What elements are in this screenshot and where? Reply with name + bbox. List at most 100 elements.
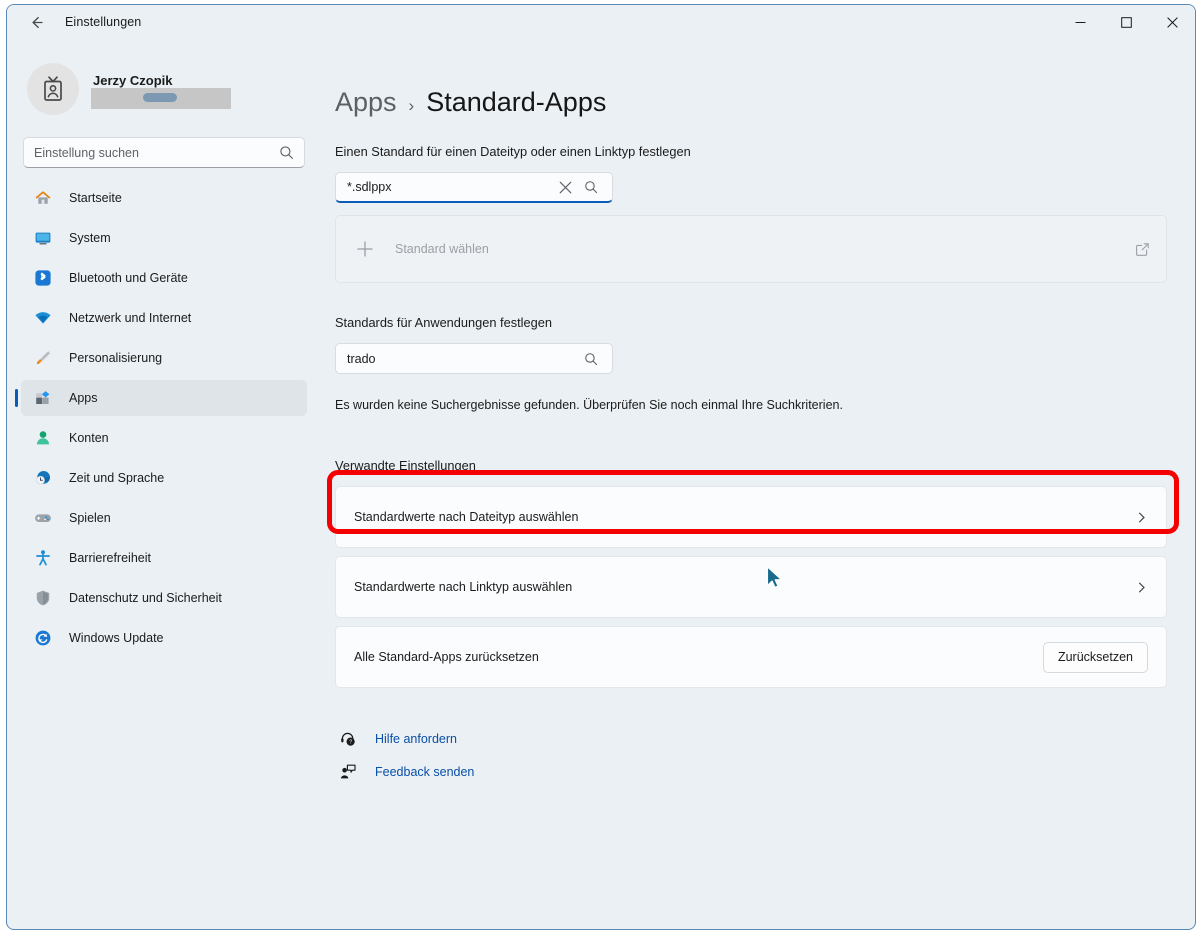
page-title: Standard-Apps xyxy=(426,87,607,117)
maximize-button[interactable] xyxy=(1103,5,1149,39)
clear-search-button[interactable] xyxy=(552,174,578,200)
sidebar-item-label: Bluetooth und Geräte xyxy=(69,271,188,285)
window-body: Jerzy Czopik Einstellung suchen Startsei… xyxy=(7,39,1195,929)
sidebar-item-zeit-sprache[interactable]: Zeit und Sprache xyxy=(21,460,307,496)
sidebar-item-label: Netzwerk und Internet xyxy=(69,311,192,325)
svg-text:?: ? xyxy=(349,740,352,746)
title-bar: Einstellungen xyxy=(7,5,1195,39)
user-profile[interactable]: Jerzy Czopik xyxy=(21,57,307,121)
sidebar-item-apps[interactable]: Apps xyxy=(15,380,307,416)
avatar xyxy=(27,63,79,115)
row-label: Alle Standard-Apps zurücksetzen xyxy=(354,650,539,664)
choose-default-placeholder: Standard wählen xyxy=(395,242,489,256)
sidebar: Jerzy Czopik Einstellung suchen Startsei… xyxy=(7,39,321,929)
sidebar-item-label: Barrierefreiheit xyxy=(69,551,151,565)
apps-icon xyxy=(33,388,53,408)
home-icon xyxy=(33,188,53,208)
related-section-label: Verwandte Einstellungen xyxy=(335,458,476,473)
settings-window: Einstellungen Jerzy Czopik Einstellung s… xyxy=(6,4,1196,930)
back-button[interactable] xyxy=(19,7,53,37)
sidebar-item-datenschutz[interactable]: Datenschutz und Sicherheit xyxy=(21,580,307,616)
main-content: Apps › Standard-Apps Einen Standard für … xyxy=(321,39,1195,929)
sidebar-item-windows-update[interactable]: Windows Update xyxy=(21,620,307,656)
sidebar-nav: Startseite System Bluetooth und Geräte N… xyxy=(15,180,307,660)
app-search-box[interactable]: trado xyxy=(335,343,613,374)
search-icon xyxy=(585,181,598,194)
arrow-left-icon xyxy=(31,16,43,28)
link-label[interactable]: Hilfe anfordern xyxy=(375,732,457,746)
accessibility-icon xyxy=(33,548,53,568)
plus-icon xyxy=(352,236,378,262)
row-label: Standardwerte nach Dateityp auswählen xyxy=(354,510,579,524)
monitor-icon xyxy=(33,228,53,248)
maximize-icon xyxy=(1120,16,1132,28)
sidebar-item-konten[interactable]: Konten xyxy=(21,420,307,456)
sidebar-item-startseite[interactable]: Startseite xyxy=(21,180,307,216)
update-icon xyxy=(33,628,53,648)
close-icon xyxy=(559,181,571,193)
window-controls xyxy=(1057,5,1195,39)
filetype-section-label: Einen Standard für einen Dateityp oder e… xyxy=(335,144,691,159)
minimize-button[interactable] xyxy=(1057,5,1103,39)
reset-button[interactable]: Zurücksetzen xyxy=(1042,641,1148,673)
settings-search-box[interactable]: Einstellung suchen xyxy=(23,137,305,168)
breadcrumb-separator: › xyxy=(408,96,415,115)
sidebar-item-system[interactable]: System xyxy=(21,220,307,256)
profile-text: Jerzy Czopik xyxy=(91,72,231,109)
filetype-search-input[interactable]: *.sdlppx xyxy=(347,180,552,194)
close-icon xyxy=(1166,16,1178,28)
external-link-icon[interactable] xyxy=(1135,242,1150,257)
close-button[interactable] xyxy=(1149,5,1195,39)
sidebar-item-netzwerk[interactable]: Netzwerk und Internet xyxy=(21,300,307,336)
help-icon: ? xyxy=(337,728,359,750)
bluetooth-icon xyxy=(33,268,53,288)
profile-name: Jerzy Czopik xyxy=(93,73,173,88)
app-search-input[interactable]: trado xyxy=(347,352,578,366)
sidebar-item-personalisierung[interactable]: Personalisierung xyxy=(21,340,307,376)
shield-icon xyxy=(33,588,53,608)
wifi-icon xyxy=(33,308,53,328)
row-defaults-by-filetype[interactable]: Standardwerte nach Dateityp auswählen xyxy=(335,486,1167,548)
sidebar-item-bluetooth[interactable]: Bluetooth und Geräte xyxy=(21,260,307,296)
link-send-feedback[interactable]: Feedback senden xyxy=(335,757,1167,787)
breadcrumb-parent[interactable]: Apps xyxy=(335,87,397,118)
link-get-help[interactable]: ? Hilfe anfordern xyxy=(335,724,1167,754)
sidebar-item-label: Apps xyxy=(69,391,98,405)
app-section-label: Standards für Anwendungen festlegen xyxy=(335,315,552,330)
row-label: Standardwerte nach Linktyp auswählen xyxy=(354,580,573,594)
sidebar-item-spielen[interactable]: Spielen xyxy=(21,500,307,536)
filetype-search-button[interactable] xyxy=(578,174,604,200)
sidebar-item-label: Windows Update xyxy=(69,631,164,645)
sidebar-item-barrierefreiheit[interactable]: Barrierefreiheit xyxy=(21,540,307,576)
sidebar-item-label: Zeit und Sprache xyxy=(69,471,165,485)
profile-email-wrap xyxy=(91,88,231,109)
breadcrumb: Apps › Standard-Apps xyxy=(335,87,1167,118)
link-label[interactable]: Feedback senden xyxy=(375,765,474,779)
gamepad-icon xyxy=(33,508,53,528)
feedback-icon xyxy=(337,761,359,783)
filetype-search-box[interactable]: *.sdlppx xyxy=(335,172,613,203)
chevron-right-icon xyxy=(1135,511,1148,524)
minimize-icon xyxy=(1075,21,1085,23)
search-icon xyxy=(585,352,598,365)
choose-default-card[interactable]: Standard wählen xyxy=(335,215,1167,283)
search-icon xyxy=(280,146,293,159)
id-badge-icon xyxy=(44,76,62,101)
clock-globe-icon xyxy=(33,468,53,488)
sidebar-item-label: Personalisierung xyxy=(69,351,163,365)
footer-links: ? Hilfe anfordern Feedback senden xyxy=(335,724,1167,787)
row-reset-all-defaults: Alle Standard-Apps zurücksetzen Zurückse… xyxy=(335,626,1167,688)
settings-search-input[interactable]: Einstellung suchen xyxy=(34,146,279,160)
window-title: Einstellungen xyxy=(65,15,142,29)
sidebar-item-label: System xyxy=(69,231,111,245)
sidebar-item-label: Datenschutz und Sicherheit xyxy=(69,591,222,605)
sidebar-item-label: Startseite xyxy=(69,191,122,205)
app-search-button[interactable] xyxy=(578,346,604,372)
redaction-overlay xyxy=(91,88,231,109)
sidebar-item-label: Spielen xyxy=(69,511,111,525)
no-results-message: Es wurden keine Suchergebnisse gefunden.… xyxy=(335,398,843,412)
related-rows: Standardwerte nach Dateityp auswählen St… xyxy=(335,486,1167,688)
row-defaults-by-linktype[interactable]: Standardwerte nach Linktyp auswählen xyxy=(335,556,1167,618)
paintbrush-icon xyxy=(33,348,53,368)
chevron-right-icon xyxy=(1135,581,1148,594)
